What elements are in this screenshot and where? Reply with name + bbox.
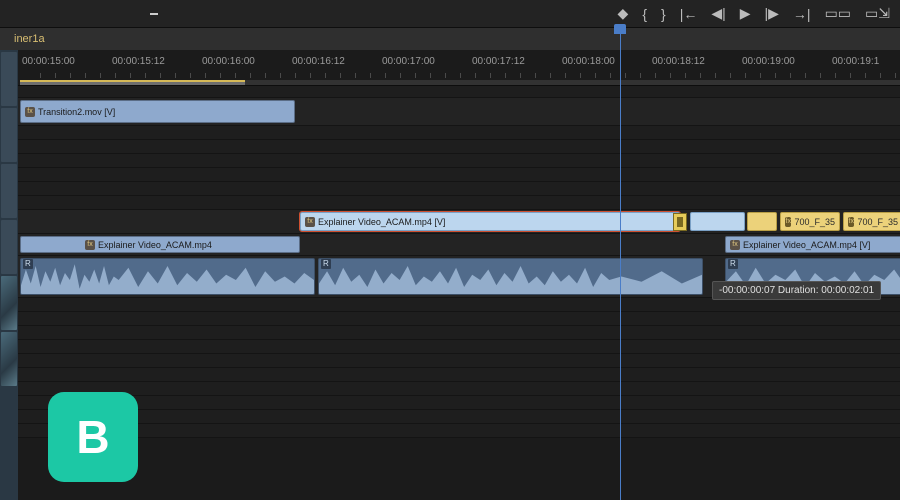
edit-tooltip: -00:00:00:07 Duration: 00:00:02:01: [712, 281, 881, 300]
fx-badge-icon: fx: [25, 107, 35, 117]
fx-badge-icon: fx: [785, 217, 791, 227]
ruler-timecode: 00:00:18:12: [652, 56, 705, 67]
ruler-timecode: 00:00:16:00: [202, 56, 255, 67]
clip-label: Explainer Video_ACAM.mp4 [V]: [318, 217, 445, 227]
playhead[interactable]: [620, 30, 621, 500]
track-gap: [0, 326, 900, 340]
panel-thumb: [1, 276, 17, 330]
track-gap: [0, 140, 900, 154]
panel-thumb: [1, 164, 17, 218]
clip-stock-1[interactable]: fx 700_F_35: [780, 212, 840, 231]
clip-label: 700_F_35: [857, 217, 898, 227]
badge-letter: B: [76, 410, 109, 464]
clip-label: Explainer Video_ACAM.mp4 [V]: [743, 240, 870, 250]
track-gap: [0, 168, 900, 182]
toolbar-left: [10, 13, 158, 15]
track-gap: [0, 312, 900, 326]
clip-label: 700_F_35: [794, 217, 835, 227]
video-track-v4[interactable]: fx Transition2.mov [V]: [0, 98, 900, 126]
fx-badge-icon: fx: [848, 217, 854, 227]
waveform-icon: [319, 259, 702, 294]
panel-thumb: [1, 52, 17, 106]
ruler-timecode: 00:00:19:00: [742, 56, 795, 67]
step-back-icon[interactable]: ◀|: [711, 5, 725, 22]
divider-icon: [150, 13, 158, 15]
ripple-edit-handle[interactable]: [673, 213, 687, 231]
clip-explainer-under[interactable]: fx Explainer Video_ACAM.mp4: [20, 236, 300, 253]
clip-label: Transition2.mov [V]: [38, 107, 115, 117]
fx-badge-icon: fx: [730, 240, 740, 250]
track-gap: [0, 182, 900, 196]
ruler-timecode: 00:00:17:12: [472, 56, 525, 67]
clip-explainer-right[interactable]: fx Explainer Video_ACAM.mp4 [V]: [725, 236, 900, 253]
goto-out-icon[interactable]: →|: [793, 6, 811, 22]
workarea-active-range[interactable]: [20, 80, 245, 85]
transport-toolbar: ◆ { } |← ◀| ▶ |▶ →| ▭▭ ▭⇲: [0, 0, 900, 28]
fx-badge-icon: fx: [85, 240, 95, 250]
ruler-timecode: 00:00:15:00: [22, 56, 75, 67]
panel-thumb: [1, 220, 17, 274]
clip-stock-2[interactable]: fx 700_F_35: [843, 212, 900, 231]
clip-label: Explainer Video_ACAM.mp4: [98, 240, 212, 250]
fx-badge-icon: fx: [305, 217, 315, 227]
ruler-timecode: 00:00:17:00: [382, 56, 435, 67]
ruler-timecode: 00:00:16:12: [292, 56, 345, 67]
track-gap: [0, 86, 900, 98]
clip-stock-fragment[interactable]: [747, 212, 777, 231]
time-ruler[interactable]: 00:00:15:00 00:00:15:12 00:00:16:00 00:00:1…: [0, 50, 900, 86]
panel-thumb: [1, 108, 17, 162]
audio-clip-left[interactable]: R: [20, 258, 315, 295]
ruler-timecode: 00:00:19:1: [832, 56, 879, 67]
track-gap: [0, 354, 900, 368]
track-gap: [0, 382, 900, 396]
step-fwd-icon[interactable]: |▶: [765, 5, 779, 22]
clip-gap-segment[interactable]: [690, 212, 745, 231]
brace-out-icon[interactable]: }: [661, 6, 666, 22]
lift-icon[interactable]: ▭▭: [825, 5, 851, 22]
panel-thumb: [1, 332, 17, 386]
left-panel-sliver: [0, 50, 18, 500]
video-track-v2[interactable]: fx Explainer Video_ACAM.mp4 [V] fx 700_F…: [0, 210, 900, 234]
track-gap: [0, 298, 900, 312]
track-gap: [0, 340, 900, 354]
waveform-icon: [21, 259, 314, 294]
brace-in-icon[interactable]: {: [642, 6, 647, 22]
video-track-v1[interactable]: fx Explainer Video_ACAM.mp4 fx Explainer…: [0, 234, 900, 256]
sequence-name[interactable]: iner1a: [4, 29, 55, 49]
goto-in-icon[interactable]: |←: [680, 6, 698, 22]
ruler-timecode: 00:00:15:12: [112, 56, 165, 67]
ruler-timecode: 00:00:18:00: [562, 56, 615, 67]
track-gap: [0, 196, 900, 210]
audio-clip-mid[interactable]: R: [318, 258, 703, 295]
marker-icon[interactable]: ◆: [618, 5, 629, 22]
overlay-badge: B: [48, 392, 138, 482]
play-icon[interactable]: ▶: [740, 5, 751, 22]
track-gap: [0, 126, 900, 140]
clip-explainer-selected[interactable]: fx Explainer Video_ACAM.mp4 [V]: [300, 212, 680, 231]
track-gap: [0, 368, 900, 382]
extract-icon[interactable]: ▭⇲: [865, 5, 890, 22]
clip-transition[interactable]: fx Transition2.mov [V]: [20, 100, 295, 123]
sequence-tab-bar: iner1a: [0, 28, 900, 50]
track-gap: [0, 154, 900, 168]
